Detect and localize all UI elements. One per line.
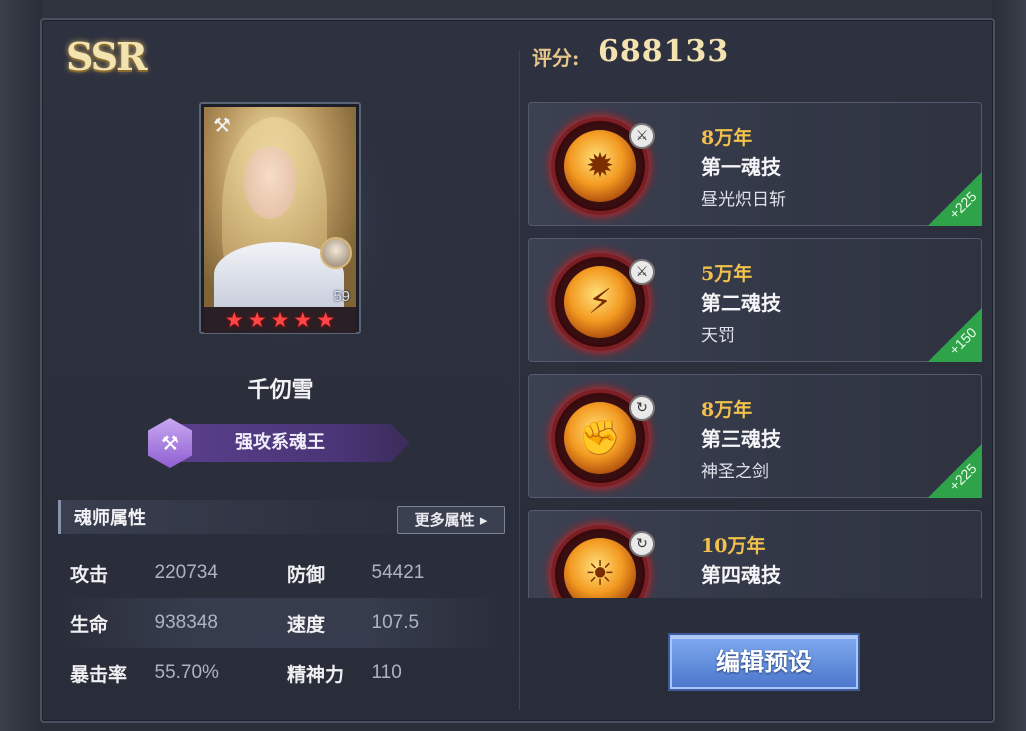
attribute-label: 暴击率	[70, 663, 128, 686]
skill-age: 8万年	[701, 127, 753, 149]
skills-list[interactable]: ✹ ⚔ 8万年 第一魂技 昼光炽日斩 +225 ⚡ ⚔ 5万年 第二魂技 天罚 …	[528, 102, 982, 598]
background-right	[992, 0, 1026, 731]
hero-name: 千仞雪	[247, 377, 314, 403]
buff-type-icon: ↻	[629, 395, 655, 421]
star-icon: ★	[247, 307, 267, 332]
attribute-value: 220734	[154, 562, 218, 583]
attribute-label: 精神力	[287, 663, 345, 686]
attribute-label: 生命	[70, 613, 109, 636]
spirit-avatar	[320, 237, 352, 269]
ultimate-type-icon: ↻	[629, 531, 655, 557]
attack-type-icon: ⚔	[629, 123, 655, 149]
skill-title: 第二魂技	[701, 291, 781, 315]
lightning-icon: ⚡	[564, 266, 636, 338]
background-left	[0, 0, 42, 731]
attack-type-icon: ⚔	[629, 259, 655, 285]
hero-portrait: ⚒ 59	[204, 107, 356, 307]
fist-icon: ✊	[564, 402, 636, 474]
attribute-value: 54421	[371, 562, 425, 583]
rarity-label: SSR	[66, 34, 148, 79]
skill-card-4[interactable]: ☀ ↻ 10万年 第四魂技	[528, 510, 982, 598]
star-icon: ★	[270, 307, 290, 332]
star-rating: ★ ★ ★ ★ ★	[204, 307, 356, 333]
more-attributes-label: 更多属性	[414, 511, 475, 529]
attribute-value: 55.70%	[154, 662, 219, 683]
attribute-row: 攻击 220734 防御 54421	[58, 548, 504, 598]
attributes-table: 攻击 220734 防御 54421 生命 938348 速度 107.5 暴击…	[58, 548, 504, 698]
skill-card-2[interactable]: ⚡ ⚔ 5万年 第二魂技 天罚 +150	[528, 238, 982, 362]
skill-title: 第三魂技	[701, 427, 781, 451]
skill-title: 第一魂技	[701, 155, 781, 179]
attribute-value: 938348	[154, 612, 218, 633]
skill-title: 第四魂技	[701, 563, 781, 587]
attribute-value: 107.5	[371, 612, 420, 633]
star-icon: ★	[293, 307, 313, 332]
score-label: 评分:	[532, 46, 580, 70]
skill-name: 天罚	[701, 326, 735, 346]
attribute-row: 生命 938348 速度 107.5	[58, 598, 504, 648]
chevron-right-icon: ▸	[479, 511, 488, 529]
star-icon: ★	[316, 307, 336, 332]
attribute-row: 暴击率 55.70% 精神力 110	[58, 648, 504, 698]
attributes-title: 魂师属性	[74, 508, 146, 529]
fire-slash-icon: ✹	[564, 130, 636, 202]
panel-divider	[519, 50, 520, 710]
hero-face	[244, 147, 296, 219]
attribute-value: 110	[371, 662, 402, 683]
edit-preset-button[interactable]: 编辑预设	[670, 635, 858, 689]
skill-card-3[interactable]: ✊ ↻ 8万年 第三魂技 神圣之剑 +225	[528, 374, 982, 498]
score-value: 688133	[598, 34, 730, 69]
more-attributes-button[interactable]: 更多属性 ▸	[397, 506, 505, 534]
star-icon: ★	[224, 307, 244, 332]
hammer-icon: ⚒	[213, 113, 231, 137]
hero-level: 59	[333, 288, 350, 305]
hero-detail-panel: SSR ⚒ 59 ★ ★ ★ ★ ★ 千仞雪 ⚒ 强攻系魂王 魂师属性 更多属性…	[40, 18, 995, 723]
skill-age: 8万年	[701, 399, 753, 421]
skill-name: 神圣之剑	[701, 462, 769, 482]
skill-name: 昼光炽日斩	[701, 190, 786, 210]
attribute-label: 攻击	[70, 563, 109, 586]
skill-age: 10万年	[701, 535, 766, 557]
background-top	[0, 0, 1026, 18]
skill-card-1[interactable]: ✹ ⚔ 8万年 第一魂技 昼光炽日斩 +225	[528, 102, 982, 226]
class-label: 强攻系魂王	[235, 432, 325, 453]
attribute-label: 防御	[287, 563, 326, 586]
hero-card[interactable]: ⚒ 59 ★ ★ ★ ★ ★	[199, 102, 361, 334]
skill-age: 5万年	[701, 263, 753, 285]
attribute-label: 速度	[287, 613, 326, 636]
